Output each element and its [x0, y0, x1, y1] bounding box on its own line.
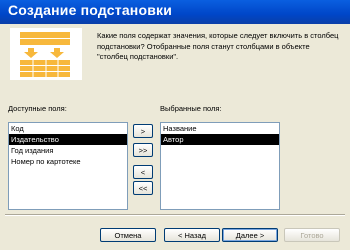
remove-all-fields-button[interactable]: <<: [133, 181, 153, 195]
list-item[interactable]: Издательство: [9, 134, 127, 145]
list-item[interactable]: Год издания: [9, 145, 127, 156]
finish-button[interactable]: Готово: [284, 228, 340, 242]
selected-fields-list[interactable]: Название Автор: [160, 122, 280, 210]
available-fields-label: Доступные поля:: [8, 104, 67, 113]
back-button[interactable]: < Назад: [164, 228, 220, 242]
next-button[interactable]: Далее >: [222, 228, 278, 242]
add-all-fields-button[interactable]: >>: [133, 143, 153, 157]
list-item[interactable]: Номер по картотеке: [9, 156, 127, 167]
title-bar[interactable]: Создание подстановки: [0, 0, 350, 24]
cancel-button[interactable]: Отмена: [100, 228, 156, 242]
window-title: Создание подстановки: [8, 2, 173, 18]
add-one-field-button[interactable]: >: [133, 124, 153, 138]
remove-one-field-button[interactable]: <: [133, 165, 153, 179]
wizard-description: Какие поля содержат значения, которые сл…: [97, 31, 339, 61]
lookup-columns-illustration-icon: [10, 28, 82, 80]
selected-fields-label: Выбранные поля:: [160, 104, 222, 113]
list-item[interactable]: Автор: [161, 134, 279, 145]
list-item[interactable]: Код: [9, 123, 127, 134]
footer-separator: [5, 214, 345, 216]
available-fields-list[interactable]: Код Издательство Год издания Номер по ка…: [8, 122, 128, 210]
list-item[interactable]: Название: [161, 123, 279, 134]
